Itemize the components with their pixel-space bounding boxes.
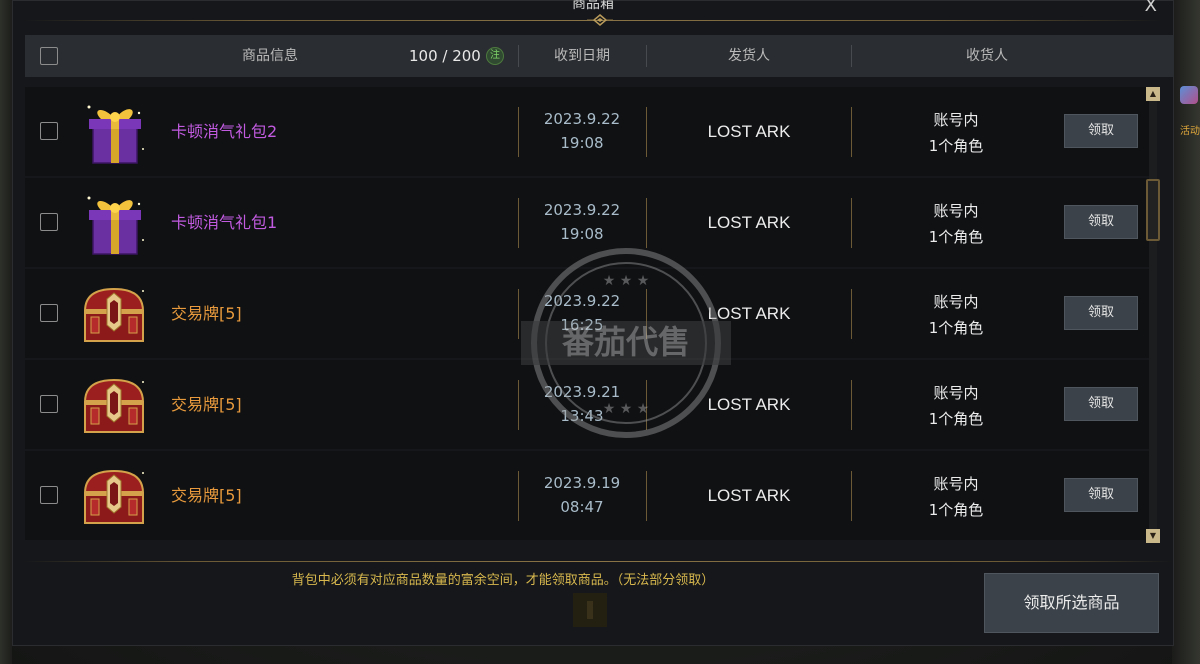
recipient-scope: 账号内 [933,202,979,220]
inventory-space-notice: 背包中必须有对应商品数量的富余空间，才能领取商品。（无法部分领取） [291,573,715,588]
treasure-chest-icon [83,287,145,342]
item-list: 卡顿消气礼包2 2023.9.22 19:08 LOST ARK 账号内 1个角… [25,81,1153,543]
row-checkbox[interactable] [40,304,58,322]
row-checkbox[interactable] [40,213,58,231]
scrollbar[interactable]: ▲ ▼ [1146,87,1160,543]
claim-button[interactable]: 领取 [1064,478,1138,512]
recipient-count: 1个角色 [928,319,984,337]
recipient-count: 1个角色 [928,228,984,246]
sender: LOST ARK [707,122,791,141]
recipient-count: 1个角色 [928,410,984,428]
date-value: 2023.9.22 [543,292,621,310]
sender: LOST ARK [707,395,791,414]
item-name: 交易牌[5] [171,486,242,505]
scroll-thumb[interactable] [1146,179,1160,241]
title-bar: 商品箱 X [13,0,1173,26]
received-date: 2023.9.22 16:25 [519,289,645,337]
row-divider [851,289,852,339]
gift-box-icon [87,105,144,164]
select-all-checkbox[interactable] [40,47,58,65]
recipient: 账号内 1个角色 [887,289,1025,341]
claim-selected-button[interactable]: 领取所选商品 [984,573,1159,633]
item-name: 卡顿消气礼包2 [171,122,278,141]
row-checkbox[interactable] [40,122,58,140]
recipient-scope: 账号内 [933,111,979,129]
recipient: 账号内 1个角色 [887,380,1025,432]
background-left-edge [0,0,12,664]
received-date: 2023.9.21 13:43 [519,380,645,428]
received-date: 2023.9.22 19:08 [519,107,645,155]
item-name: 交易牌[5] [171,304,242,323]
list-item: 交易牌[5] 2023.9.19 08:47 LOST ARK 账号内 1个角色… [25,451,1153,540]
recipient-scope: 账号内 [933,293,979,311]
claim-button[interactable]: 领取 [1064,296,1138,330]
item-name: 卡顿消气礼包1 [171,213,278,232]
claim-button[interactable]: 领取 [1064,205,1138,239]
recipient-scope: 账号内 [933,475,979,493]
recipient: 账号内 1个角色 [887,198,1025,250]
row-divider [851,380,852,430]
event-icon [1180,86,1198,104]
row-divider [851,198,852,248]
treasure-chest-icon [83,469,145,524]
date-value: 2023.9.22 [543,110,621,128]
close-button[interactable]: X [1145,0,1157,16]
treasure-chest-icon [83,378,145,433]
scroll-up-icon[interactable]: ▲ [1146,87,1160,101]
side-event-label: 活动 [1180,126,1200,137]
note-badge[interactable]: 注 [486,47,504,65]
window-title: 商品箱 [572,0,614,12]
recipient: 账号内 1个角色 [887,471,1025,523]
scroll-down-icon[interactable]: ▼ [1146,529,1160,543]
gift-box-icon [87,196,144,255]
time-value: 19:08 [560,225,604,243]
list-item: 交易牌[5] 2023.9.22 16:25 LOST ARK 账号内 1个角色… [25,269,1153,358]
footer-emblem-icon [573,593,607,627]
received-date: 2023.9.22 19:08 [519,198,645,246]
list-item: 交易牌[5] 2023.9.21 13:43 LOST ARK 账号内 1个角色… [25,360,1153,449]
list-item: 卡顿消气礼包1 2023.9.22 19:08 LOST ARK 账号内 1个角… [25,178,1153,267]
header-item-info: 商品信息 [242,48,298,64]
sender: LOST ARK [707,304,791,323]
time-value: 13:43 [560,407,604,425]
received-date: 2023.9.19 08:47 [519,471,645,519]
claim-button[interactable]: 领取 [1064,114,1138,148]
header-received-date: 收到日期 [554,48,610,64]
recipient-count: 1个角色 [928,501,984,519]
item-name: 交易牌[5] [171,395,242,414]
header-sender: 发货人 [728,48,770,64]
side-event-widget[interactable]: 活动 [1178,78,1200,138]
scroll-track[interactable] [1149,101,1157,529]
row-divider [851,471,852,521]
recipient-count: 1个角色 [928,137,984,155]
date-value: 2023.9.22 [543,201,621,219]
item-count: 100 / 200 [409,47,481,65]
time-value: 19:08 [560,134,604,152]
recipient: 账号内 1个角色 [887,107,1025,159]
table-header: 商品信息 100 / 200 注 收到日期 发货人 收货人 [25,35,1174,77]
time-value: 16:25 [560,316,604,334]
date-value: 2023.9.21 [543,383,621,401]
recipient-scope: 账号内 [933,384,979,402]
product-box-window: 商品箱 X 商品信息 100 / 200 注 收到日期 发货人 收货人 卡顿消气… [12,0,1174,646]
footer-divider [23,561,1173,562]
row-checkbox[interactable] [40,395,58,413]
sender: LOST ARK [707,486,791,505]
sender: LOST ARK [707,213,791,232]
time-value: 08:47 [560,498,604,516]
list-item: 卡顿消气礼包2 2023.9.22 19:08 LOST ARK 账号内 1个角… [25,87,1153,176]
row-divider [851,107,852,157]
title-ornament-icon [587,14,613,26]
date-value: 2023.9.19 [543,474,621,492]
claim-button[interactable]: 领取 [1064,387,1138,421]
header-recipient: 收货人 [966,48,1008,64]
row-checkbox[interactable] [40,486,58,504]
